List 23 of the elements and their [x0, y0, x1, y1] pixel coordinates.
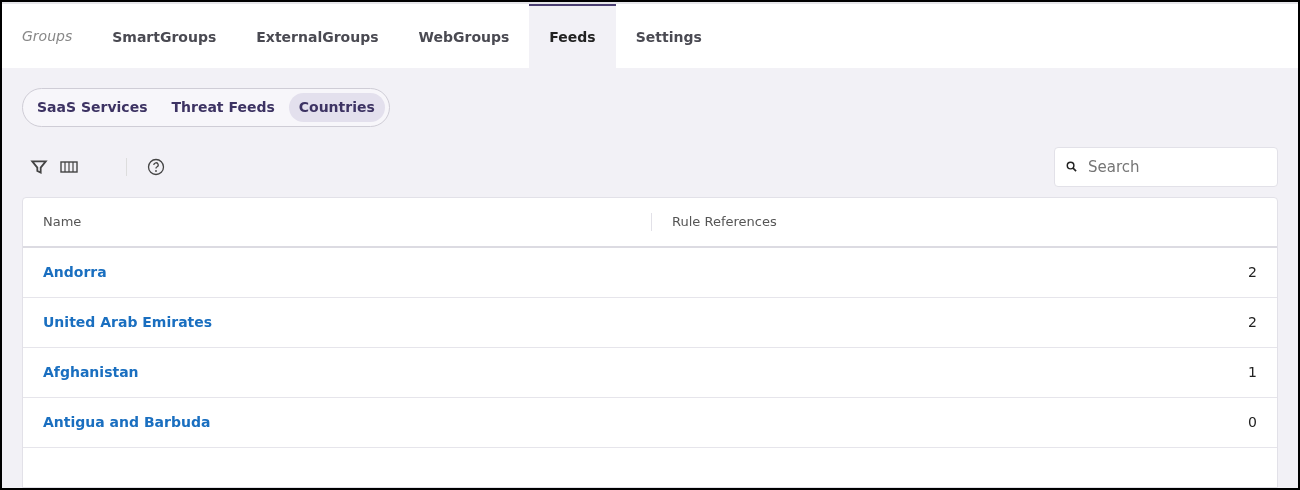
- nav-tab[interactable]: SmartGroups: [92, 4, 237, 68]
- name-link[interactable]: Antigua and Barbuda: [43, 414, 211, 430]
- nav-tab[interactable]: Settings: [615, 4, 722, 68]
- segment-tab[interactable]: SaaS Services: [27, 93, 158, 122]
- help-icon[interactable]: [147, 158, 165, 176]
- name-link[interactable]: Afghanistan: [43, 364, 139, 380]
- reference-count: 1: [1248, 363, 1258, 382]
- search-field[interactable]: Search: [1054, 147, 1278, 187]
- nav-tab[interactable]: Feeds: [529, 4, 616, 68]
- segment-tab[interactable]: Countries: [288, 93, 385, 122]
- segment-tab[interactable]: Threat Feeds: [161, 93, 285, 122]
- name-link[interactable]: Andorra: [43, 264, 107, 280]
- reference-count: 2: [1248, 263, 1258, 282]
- column-header[interactable]: Rule References: [672, 214, 777, 229]
- nav-tab[interactable]: ExternalGroups: [236, 4, 399, 68]
- reference-count: 2: [1248, 313, 1258, 332]
- columns-icon[interactable]: [60, 158, 78, 176]
- reference-count: 0: [1248, 413, 1258, 432]
- name-link[interactable]: United Arab Emirates: [43, 314, 213, 330]
- nav-tab[interactable]: WebGroups: [398, 4, 530, 68]
- column-header[interactable]: Name: [43, 214, 82, 230]
- section-label: Groups: [22, 26, 73, 46]
- filter-icon[interactable]: [30, 158, 48, 176]
